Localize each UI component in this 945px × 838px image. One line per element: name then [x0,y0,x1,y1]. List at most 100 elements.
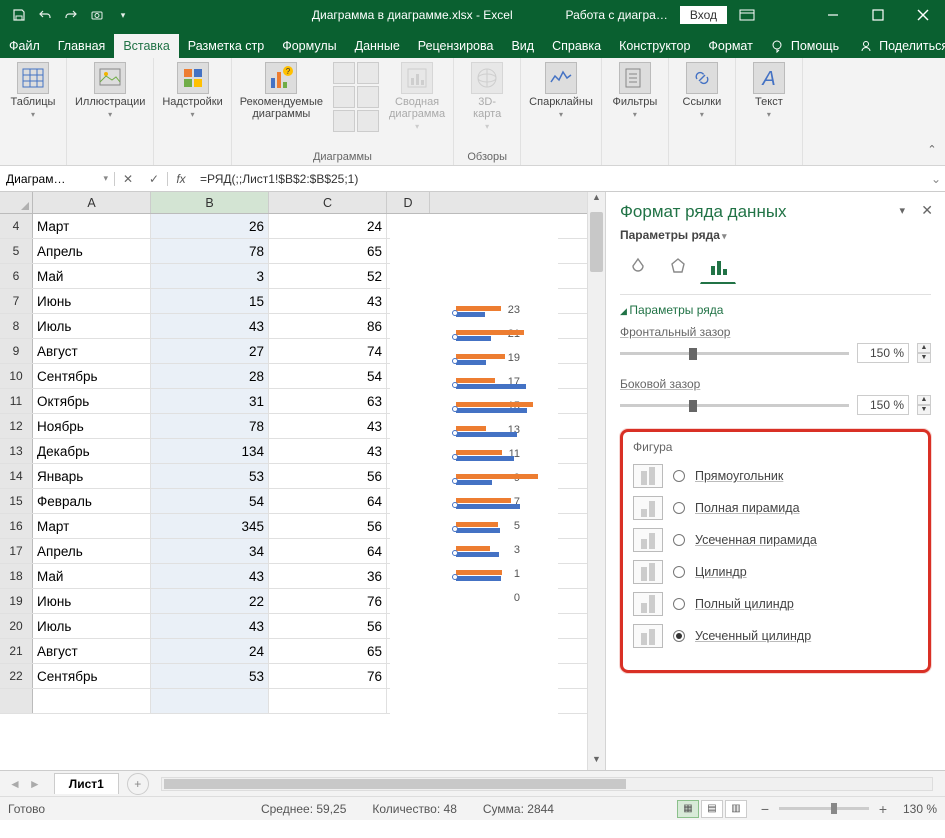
shape-option[interactable]: Полная пирамида [633,496,918,520]
zoom-in-button[interactable]: + [875,801,891,817]
cell[interactable]: 65 [269,639,387,663]
share-icon[interactable] [859,39,873,53]
recommended-charts-button[interactable]: ?Рекомендуемые диаграммы [240,62,323,120]
row-header[interactable]: 10 [0,364,33,388]
line-chart-icon[interactable] [357,62,379,84]
gap-width-up[interactable]: ▲ [917,395,931,405]
cell[interactable]: 86 [269,314,387,338]
bar-chart-icon[interactable] [333,62,355,84]
col-header-d[interactable]: D [387,192,430,213]
cell[interactable]: Январь [33,464,151,488]
cell[interactable]: 27 [151,339,269,363]
tab-formulas[interactable]: Формулы [273,34,345,58]
chart-bar[interactable] [456,522,554,534]
links-button[interactable]: Ссылки▾ [677,62,727,119]
cell[interactable]: 134 [151,439,269,463]
shape-option[interactable]: Усеченная пирамида [633,528,918,552]
minimize-button[interactable] [810,0,855,30]
embedded-chart[interactable]: 23211917151311975310 [390,214,558,746]
cell[interactable]: 76 [269,589,387,613]
zoom-out-button[interactable]: − [757,801,773,817]
cell[interactable]: 64 [269,539,387,563]
cell[interactable]: Декабрь [33,439,151,463]
row-header[interactable]: 11 [0,389,33,413]
radio-icon[interactable] [673,470,685,482]
share-label[interactable]: Поделиться [879,39,945,53]
chart-bar[interactable] [456,330,554,342]
redo-icon[interactable] [62,6,80,24]
cell[interactable]: 43 [151,614,269,638]
3d-map-button[interactable]: 3D- карта▾ [462,62,512,131]
cell[interactable]: Июнь [33,589,151,613]
zoom-level[interactable]: 130 % [903,802,937,816]
row-header[interactable]: 4 [0,214,33,238]
chart-bar[interactable] [456,402,554,414]
cell[interactable]: Октябрь [33,389,151,413]
shape-option[interactable]: Цилиндр [633,560,918,584]
cell[interactable]: 43 [151,564,269,588]
chart-bar[interactable] [456,498,554,510]
gap-depth-input[interactable]: 150 % [857,343,909,363]
sparklines-button[interactable]: Спарклайны▾ [529,62,593,119]
formula-input[interactable]: =РЯД(;;Лист1!$B$2:$B$25;1) [194,172,927,186]
cell[interactable]: 78 [151,414,269,438]
close-button[interactable] [900,0,945,30]
sheet-nav-next-icon[interactable]: ► [26,777,44,791]
cell[interactable]: 63 [269,389,387,413]
row-header[interactable]: 14 [0,464,33,488]
row-header[interactable]: 5 [0,239,33,263]
fill-line-icon[interactable] [620,250,656,284]
row-header[interactable]: 16 [0,514,33,538]
row-header[interactable]: 21 [0,639,33,663]
expand-formula-bar-icon[interactable]: ⌄ [927,172,945,186]
col-header-b[interactable]: B [151,192,269,213]
pivot-chart-button[interactable]: Сводная диаграмма▾ [389,62,445,131]
cell[interactable]: 3 [151,264,269,288]
gap-width-slider[interactable] [620,404,849,407]
tell-me-icon[interactable] [771,39,785,53]
page-layout-view-icon[interactable]: ▤ [701,800,723,818]
cell[interactable]: Апрель [33,539,151,563]
text-button[interactable]: AТекст▾ [744,62,794,119]
cell[interactable]: 76 [269,664,387,688]
save-icon[interactable] [10,6,28,24]
tab-page-layout[interactable]: Разметка стр [179,34,273,58]
cell[interactable]: 345 [151,514,269,538]
tab-chart-design[interactable]: Конструктор [610,34,699,58]
cell[interactable]: 52 [269,264,387,288]
cell[interactable]: Сентябрь [33,364,151,388]
series-options-icon[interactable] [700,250,736,284]
col-header-a[interactable]: A [33,192,151,213]
tables-button[interactable]: Таблицы▾ [8,62,58,119]
scroll-down-icon[interactable]: ▼ [588,754,605,770]
row-header[interactable]: 13 [0,439,33,463]
cell[interactable]: 22 [151,589,269,613]
cell[interactable]: 74 [269,339,387,363]
sheet-tab-1[interactable]: Лист1 [54,773,119,794]
cell[interactable]: 43 [269,439,387,463]
cell[interactable]: 54 [151,489,269,513]
cell[interactable]: 65 [269,239,387,263]
add-sheet-button[interactable]: + [127,773,149,795]
scatter-chart-icon[interactable] [333,110,355,132]
cell[interactable]: Июнь [33,289,151,313]
insert-function-icon[interactable]: fx [168,172,194,186]
cell[interactable]: 78 [151,239,269,263]
login-button[interactable]: Вход [680,6,727,24]
scroll-up-icon[interactable]: ▲ [588,192,605,208]
row-header[interactable]: 15 [0,489,33,513]
map-chart-icon[interactable] [357,110,379,132]
cell[interactable]: 24 [269,214,387,238]
tab-file[interactable]: Файл [0,34,49,58]
gap-depth-up[interactable]: ▲ [917,343,931,353]
cell[interactable]: 53 [151,464,269,488]
cell[interactable]: Июль [33,314,151,338]
ribbon-display-icon[interactable] [739,8,755,22]
cell[interactable]: Февраль [33,489,151,513]
row-header[interactable]: 17 [0,539,33,563]
zoom-slider[interactable] [779,807,869,810]
chart-bar[interactable] [456,474,554,486]
cell[interactable]: 43 [151,314,269,338]
cell[interactable]: Апрель [33,239,151,263]
row-header[interactable]: 9 [0,339,33,363]
